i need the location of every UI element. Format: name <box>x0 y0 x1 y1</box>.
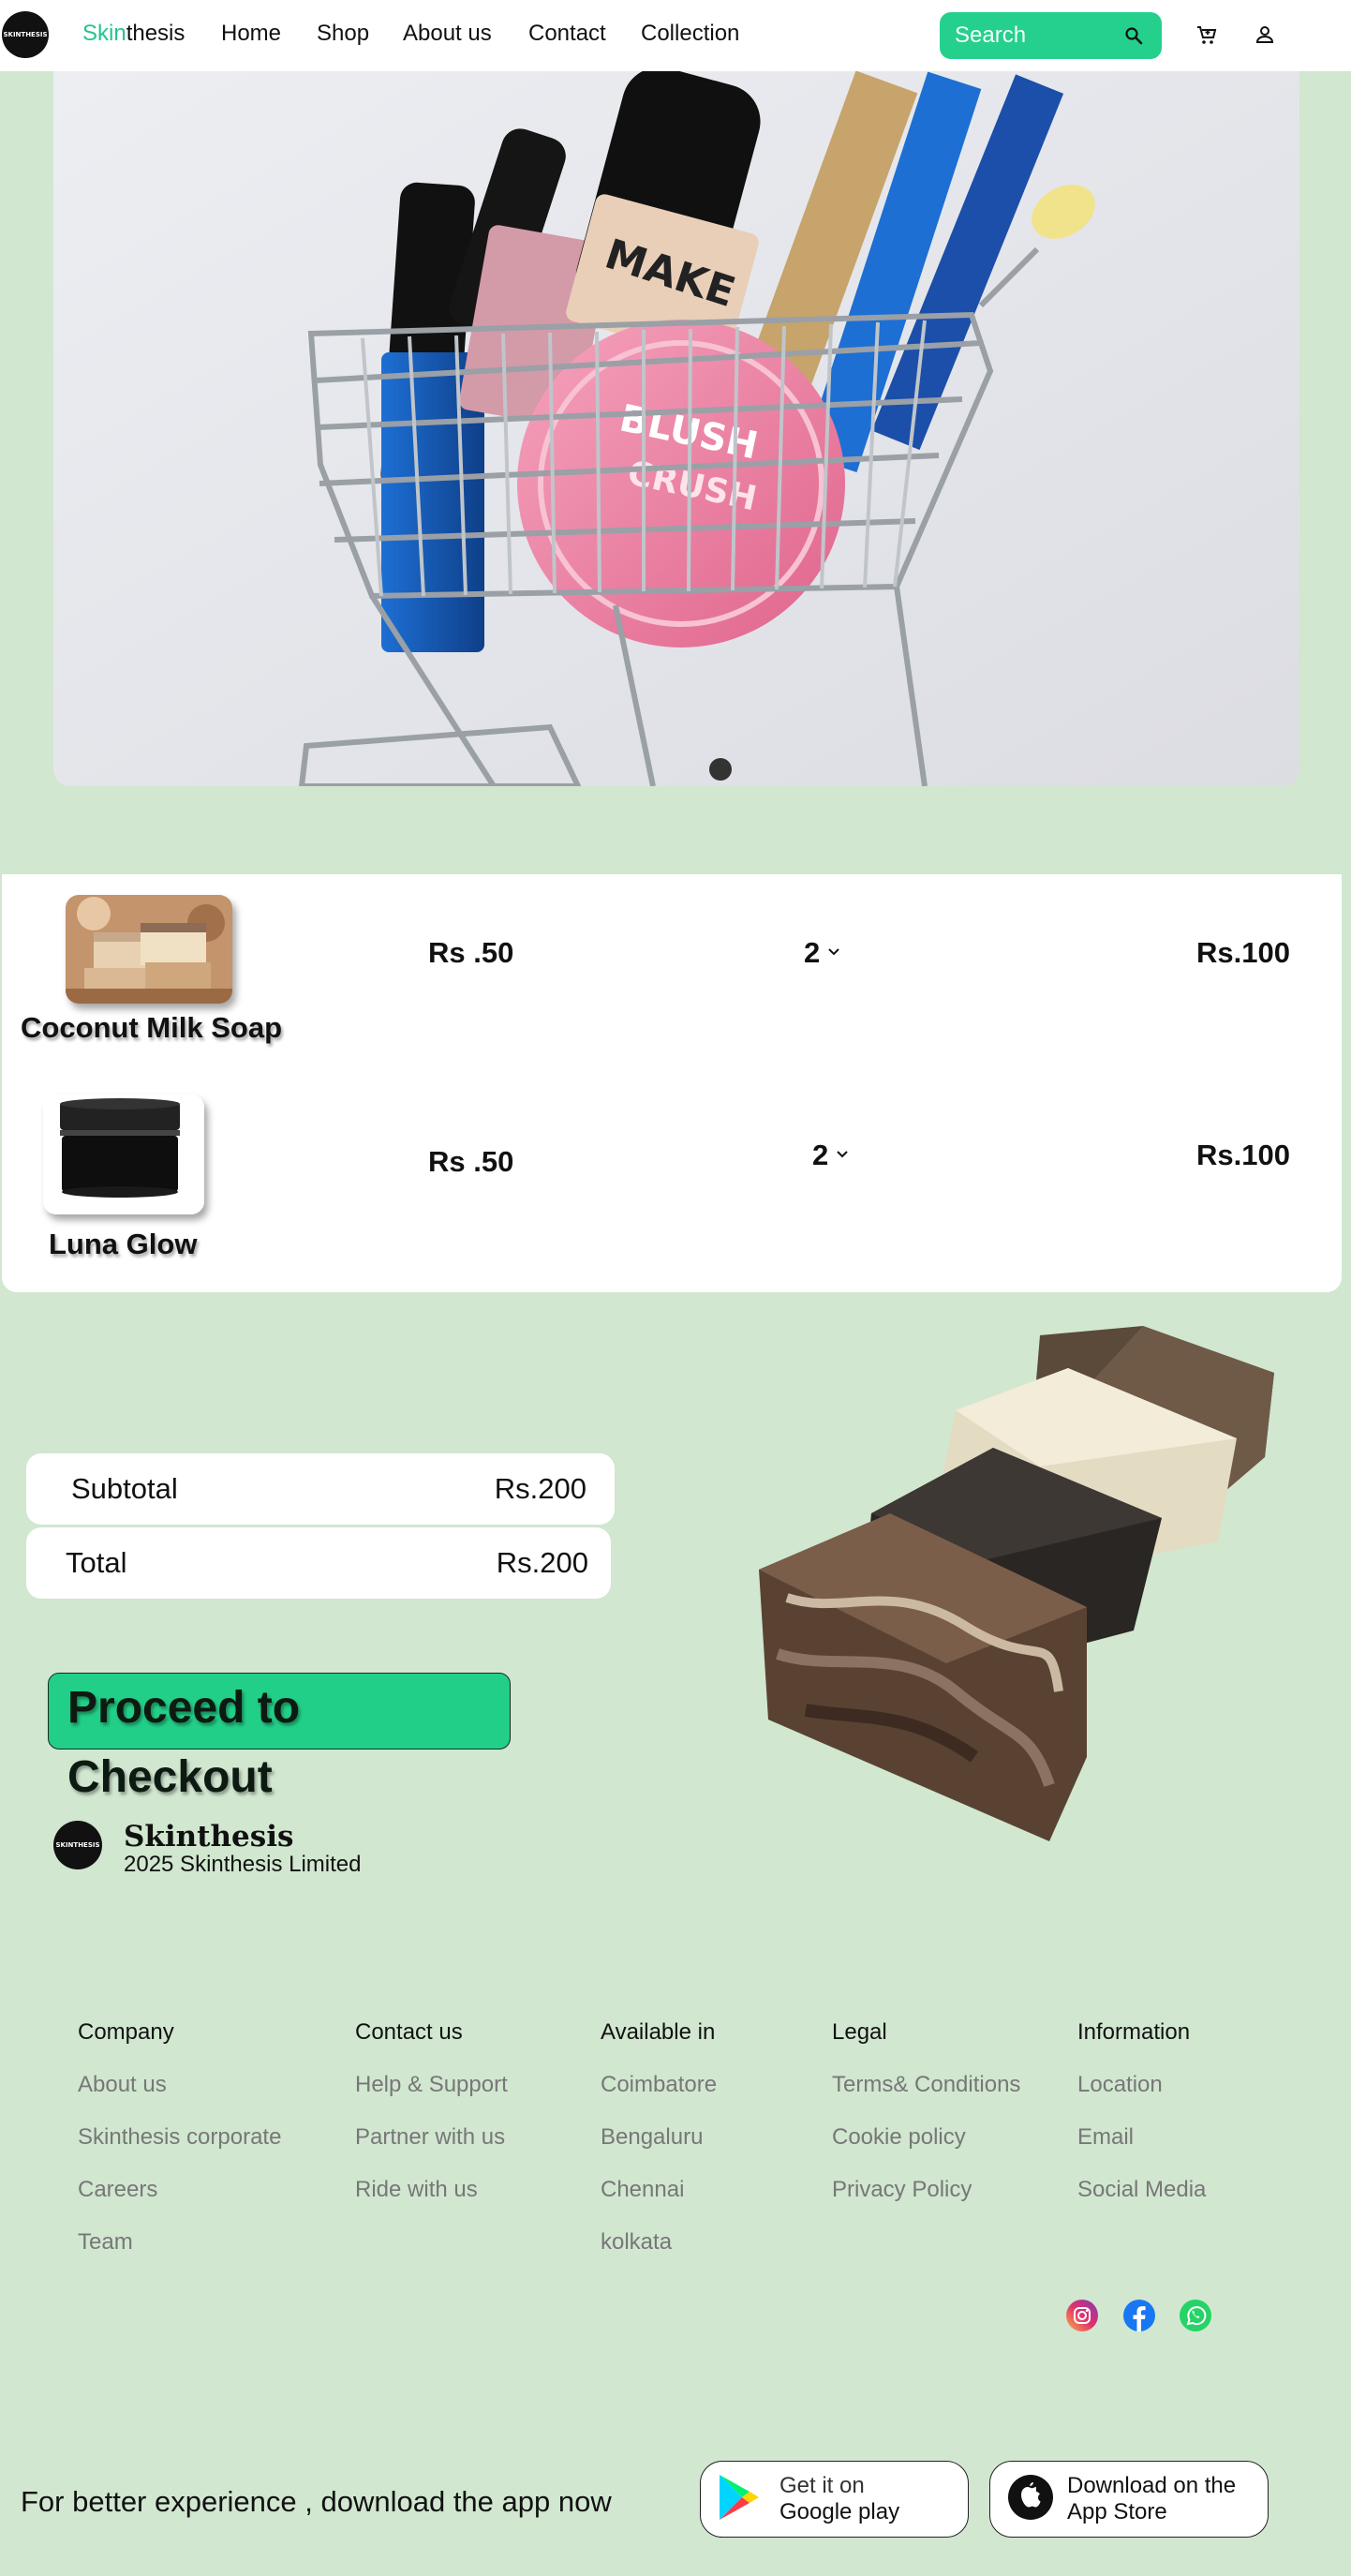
total-label: Total <box>66 1546 127 1579</box>
footer-link[interactable]: Partner with us <box>355 2124 508 2152</box>
hero-image-cosmetics-cart: MAKE BLUSH CRUSH <box>53 71 1299 786</box>
quantity-value: 2 <box>812 1139 829 1171</box>
logo-text: SKINTHESIS <box>3 31 48 38</box>
download-prompt: For better experience , download the app… <box>21 2485 612 2518</box>
column-title: Information <box>1077 2019 1191 2045</box>
chevron-down-icon <box>836 1147 849 1164</box>
footer-brand: Skinthesis <box>124 1820 294 1854</box>
nav-home[interactable]: Home <box>221 21 317 47</box>
top-navbar: SKINTHESIS Skinthesis Home Shop About us… <box>0 0 1351 71</box>
footer-link[interactable]: Email <box>1077 2124 1206 2152</box>
product-price: Rs .50 <box>428 1145 514 1178</box>
footer-link[interactable]: Terms& Conditions <box>832 2072 1020 2100</box>
footer-link[interactable]: Ride with us <box>355 2177 508 2205</box>
nav-collection[interactable]: Collection <box>641 21 739 47</box>
footer-link[interactable]: About us <box>78 2072 281 2100</box>
footer-column-information: Information Location Email Social Media <box>1077 2019 1206 2229</box>
search-input[interactable] <box>955 22 1114 49</box>
google-play-icon <box>716 2473 761 2526</box>
footer-link[interactable]: Cookie policy <box>832 2124 1020 2152</box>
app-store-button[interactable]: Download on the App Store <box>989 2461 1269 2538</box>
user-icon[interactable] <box>1254 24 1275 50</box>
footer-link[interactable]: Social Media <box>1077 2177 1206 2205</box>
soap-bars-image <box>750 1317 1293 1851</box>
product-image-coconut-milk-soap[interactable] <box>66 895 232 1004</box>
footer-link[interactable]: Privacy Policy <box>832 2177 1020 2205</box>
quantity-selector[interactable]: 2 <box>812 1139 849 1172</box>
total-row: Total Rs.200 <box>26 1527 611 1599</box>
brand-accent: Skin <box>82 21 126 46</box>
google-play-button[interactable]: Get it on Google play <box>700 2461 969 2538</box>
nav-links: Home Shop About us Contact Collection <box>221 21 739 47</box>
brand-name[interactable]: Skinthesis <box>82 21 185 47</box>
nav-about[interactable]: About us <box>403 21 528 47</box>
product-price: Rs .50 <box>428 936 514 969</box>
subtotal-row: Subtotal Rs.200 <box>26 1453 615 1525</box>
chevron-down-icon <box>827 945 840 961</box>
nav-shop[interactable]: Shop <box>317 21 403 47</box>
column-title: Legal <box>832 2019 887 2045</box>
google-big-text: Google play <box>779 2499 900 2524</box>
footer-link[interactable]: Team <box>78 2229 281 2257</box>
proceed-to-checkout-button[interactable]: Proceed to Checkout <box>48 1673 511 1802</box>
footer-column-contact: Contact us Help & Support Partner with u… <box>355 2019 508 2229</box>
brand-rest: thesis <box>126 21 186 46</box>
cart-icon[interactable] <box>1195 24 1218 52</box>
quantity-selector[interactable]: 2 <box>804 936 840 970</box>
line-total: Rs.100 <box>1196 936 1290 969</box>
column-title: Available in <box>601 2019 716 2045</box>
search-box <box>940 12 1162 59</box>
column-title: Contact us <box>355 2019 463 2045</box>
cart-table: Coconut Milk Soap Rs .50 2 Rs.100 Luna G… <box>2 874 1342 1292</box>
quantity-value: 2 <box>804 936 821 969</box>
apple-small-text: Download on the <box>1067 2473 1237 2498</box>
footer-column-company: Company About us Skinthesis corporate Ca… <box>78 2019 281 2282</box>
whatsapp-icon[interactable] <box>1180 2300 1211 2331</box>
footer-link[interactable]: kolkata <box>601 2229 717 2257</box>
logo-text: SKINTHESIS <box>55 1841 100 1849</box>
google-small-text: Get it on <box>779 2473 865 2498</box>
footer-link[interactable]: Location <box>1077 2072 1206 2100</box>
facebook-icon[interactable] <box>1123 2300 1155 2331</box>
search-icon[interactable] <box>1124 26 1143 50</box>
logo[interactable]: SKINTHESIS <box>2 11 49 58</box>
footer-column-legal: Legal Terms& Conditions Cookie policy Pr… <box>832 2019 1020 2229</box>
footer-link[interactable]: Skinthesis corporate <box>78 2124 281 2152</box>
product-name: Coconut Milk Soap <box>21 1011 282 1044</box>
footer-logo[interactable]: SKINTHESIS <box>53 1821 102 1869</box>
footer-column-available-in: Available in Coimbatore Bengaluru Chenna… <box>601 2019 717 2282</box>
footer-link[interactable]: Help & Support <box>355 2072 508 2100</box>
copyright-text: 2025 Skinthesis Limited <box>124 1852 362 1877</box>
footer-link[interactable]: Careers <box>78 2177 281 2205</box>
apple-big-text: App Store <box>1067 2499 1167 2524</box>
subtotal-value: Rs.200 <box>494 1472 586 1505</box>
column-title: Company <box>78 2019 174 2045</box>
line-total: Rs.100 <box>1196 1139 1290 1171</box>
apple-icon <box>1007 2474 1054 2525</box>
nav-contact[interactable]: Contact <box>528 21 641 47</box>
footer-link[interactable]: Coimbatore <box>601 2072 717 2100</box>
instagram-icon[interactable] <box>1066 2300 1098 2331</box>
footer-link[interactable]: Bengaluru <box>601 2124 717 2152</box>
subtotal-label: Subtotal <box>71 1472 178 1505</box>
product-image-luna-glow[interactable] <box>43 1094 204 1214</box>
product-name: Luna Glow <box>49 1228 198 1260</box>
total-value: Rs.200 <box>496 1546 588 1579</box>
footer-link[interactable]: Chennai <box>601 2177 717 2205</box>
